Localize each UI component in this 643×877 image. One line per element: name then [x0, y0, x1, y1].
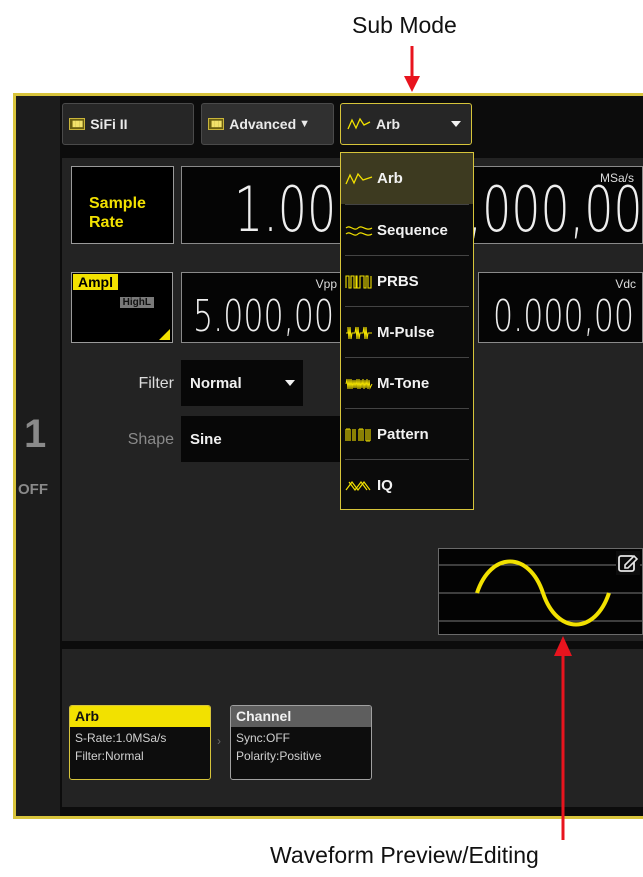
m-pulse-icon	[346, 326, 372, 339]
menu-item-label: IQ	[377, 477, 393, 494]
channel-card-title: Channel	[231, 706, 371, 727]
edit-waveform-button[interactable]	[616, 551, 640, 575]
waveform-preview-arrow	[554, 636, 572, 840]
filter-select[interactable]: Normal	[181, 360, 303, 406]
amplitude-unit: Vpp	[315, 277, 337, 291]
advanced-button[interactable]: ▮▮▮ Advanced ▼	[201, 103, 334, 145]
channel-strip[interactable]: 1 OFF	[16, 96, 60, 816]
prbs-icon	[345, 274, 372, 289]
sample-rate-label-line1: Sample	[89, 195, 146, 212]
dropdown-caret-icon	[285, 380, 295, 386]
menu-item-label: Sequence	[377, 222, 448, 239]
amplitude-value: 5.000,00	[193, 291, 335, 342]
sliders-icon: ▮▮▮	[208, 118, 225, 130]
card-separator-chevron-icon: ›	[217, 734, 221, 748]
menu-item-label: M-Tone	[377, 375, 430, 392]
arb-card-title: Arb	[70, 706, 210, 727]
load-indicator: HighL	[119, 297, 154, 308]
submode-select-label: Arb	[376, 116, 401, 132]
arb-summary-card[interactable]: Arb S-Rate:1.0MSa/s Filter:Normal	[69, 705, 211, 780]
amplitude-label: Ampl	[73, 274, 118, 290]
iq-icon	[345, 480, 371, 491]
channel-number: 1	[24, 412, 47, 456]
dropdown-caret-icon	[451, 121, 461, 127]
arb-card-line2: Filter:Normal	[75, 749, 144, 763]
advanced-button-label: Advanced	[229, 116, 297, 132]
menu-item-m-tone[interactable]: M-Tone	[341, 358, 473, 409]
menu-item-arb[interactable]: Arb	[341, 153, 473, 204]
arb-icon	[345, 172, 373, 185]
amplitude-label-button[interactable]: Ampl HighL	[71, 272, 173, 343]
menu-item-iq[interactable]: IQ	[341, 460, 473, 511]
sub-mode-arrow	[404, 46, 420, 92]
corner-tab-icon	[159, 329, 170, 340]
channel-card-line1: Sync:OFF	[236, 731, 291, 745]
sample-rate-label-line2: Rate	[89, 214, 124, 231]
menu-item-pattern[interactable]: Pattern	[341, 409, 473, 460]
menu-item-prbs[interactable]: PRBS	[341, 256, 473, 307]
sliders-icon: ▮▮▮	[69, 118, 86, 130]
channel-summary-card[interactable]: Channel Sync:OFF Polarity:Positive	[230, 705, 372, 780]
channel-card-line2: Polarity:Positive	[236, 749, 322, 763]
sample-rate-unit: MSa/s	[599, 171, 634, 185]
arb-icon	[347, 117, 371, 130]
pattern-icon	[345, 427, 371, 442]
menu-item-label: Pattern	[377, 426, 429, 443]
submode-dropdown-menu: Arb Sequence PRBS M-Pulse M-Tone Pattern…	[340, 152, 474, 510]
submode-select[interactable]: Arb	[340, 103, 472, 145]
waveform-preview-callout: Waveform Preview/Editing	[270, 842, 539, 868]
waveform-preview[interactable]	[438, 548, 643, 635]
instrument-screen: 1 OFF ▮▮▮ SiFi II ▮▮▮ Advanced ▼ Arb Sam…	[13, 93, 643, 819]
chevron-down-icon: ▼	[299, 118, 311, 130]
pencil-edit-icon	[618, 554, 639, 572]
offset-value: 0.000,00	[493, 291, 635, 342]
sample-rate-label-button[interactable]: Sample Rate	[71, 166, 174, 244]
channel-state: OFF	[18, 481, 48, 498]
menu-item-label: Arb	[377, 170, 403, 187]
waveform-preview-graph	[439, 559, 642, 627]
sequence-icon	[345, 225, 373, 236]
mode-button-label: SiFi II	[90, 116, 128, 132]
menu-item-label: PRBS	[377, 273, 419, 290]
menu-item-sequence[interactable]: Sequence	[341, 205, 473, 256]
m-tone-icon	[345, 378, 373, 390]
amplitude-field[interactable]: 5.000,00 Vpp	[181, 272, 341, 343]
sub-mode-callout: Sub Mode	[352, 12, 457, 38]
shape-label: Shape	[127, 431, 174, 448]
filter-value: Normal	[190, 374, 242, 392]
offset-field[interactable]: 0.000,00 Vdc	[478, 272, 643, 343]
shape-select[interactable]: Sine	[181, 416, 341, 462]
menu-item-label: M-Pulse	[377, 324, 435, 341]
offset-unit: Vdc	[615, 277, 636, 291]
filter-label: Filter	[138, 375, 174, 392]
arb-card-line1: S-Rate:1.0MSa/s	[75, 731, 167, 745]
shape-value: Sine	[190, 430, 222, 448]
menu-item-m-pulse[interactable]: M-Pulse	[341, 307, 473, 358]
mode-button[interactable]: ▮▮▮ SiFi II	[62, 103, 194, 145]
